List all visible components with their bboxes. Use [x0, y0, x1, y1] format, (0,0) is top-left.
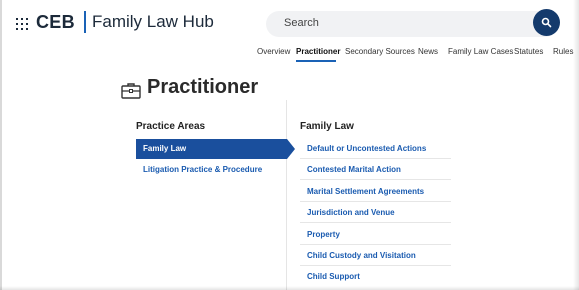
window-shadow-bottom [0, 286, 579, 290]
app-window: CEB Family Law Hub Search Overview Pract… [0, 0, 579, 290]
family-law-link-jurisdiction-venue[interactable]: Jurisdiction and Venue [300, 202, 451, 223]
tab-secondary-sources[interactable]: Secondary Sources [345, 47, 415, 56]
practice-area-family-law[interactable]: Family Law [136, 139, 287, 159]
tab-practitioner[interactable]: Practitioner [296, 47, 340, 56]
tab-rules[interactable]: Rules [553, 47, 573, 56]
search-input[interactable]: Search [266, 11, 558, 37]
tab-family-law-cases[interactable]: Family Law Cases [448, 47, 513, 56]
page-title: Practitioner [147, 76, 259, 98]
product-title[interactable]: Family Law Hub [92, 12, 214, 32]
family-law-link-child-custody[interactable]: Child Custody and Visitation [300, 245, 451, 266]
header-bar: CEB Family Law Hub Search [0, 0, 579, 48]
window-shadow-right [573, 0, 579, 290]
family-law-link-property[interactable]: Property [300, 224, 451, 245]
tab-statutes[interactable]: Statutes [514, 47, 543, 56]
family-law-link-marital-settlement[interactable]: Marital Settlement Agreements [300, 181, 451, 202]
apps-grid-icon[interactable] [16, 18, 28, 30]
family-law-link-child-support[interactable]: Child Support [300, 266, 451, 287]
search-button[interactable] [533, 9, 560, 36]
column-divider [286, 100, 287, 290]
brand-divider [84, 11, 86, 33]
practice-areas-heading: Practice Areas [136, 121, 206, 132]
brand-logo[interactable]: CEB [36, 12, 75, 33]
family-law-heading: Family Law [300, 121, 354, 132]
selected-indicator-arrow [287, 139, 295, 159]
search-icon [541, 17, 552, 28]
top-nav: Overview Practitioner Secondary Sources … [0, 44, 579, 62]
active-tab-indicator [296, 60, 336, 62]
briefcase-icon [121, 83, 141, 99]
family-law-link-default-uncontested[interactable]: Default or Uncontested Actions [300, 138, 451, 159]
search-placeholder: Search [284, 17, 319, 29]
tab-overview[interactable]: Overview [257, 47, 290, 56]
practice-area-litigation[interactable]: Litigation Practice & Procedure [136, 160, 287, 180]
family-law-link-contested-marital[interactable]: Contested Marital Action [300, 159, 451, 180]
tab-news[interactable]: News [418, 47, 438, 56]
